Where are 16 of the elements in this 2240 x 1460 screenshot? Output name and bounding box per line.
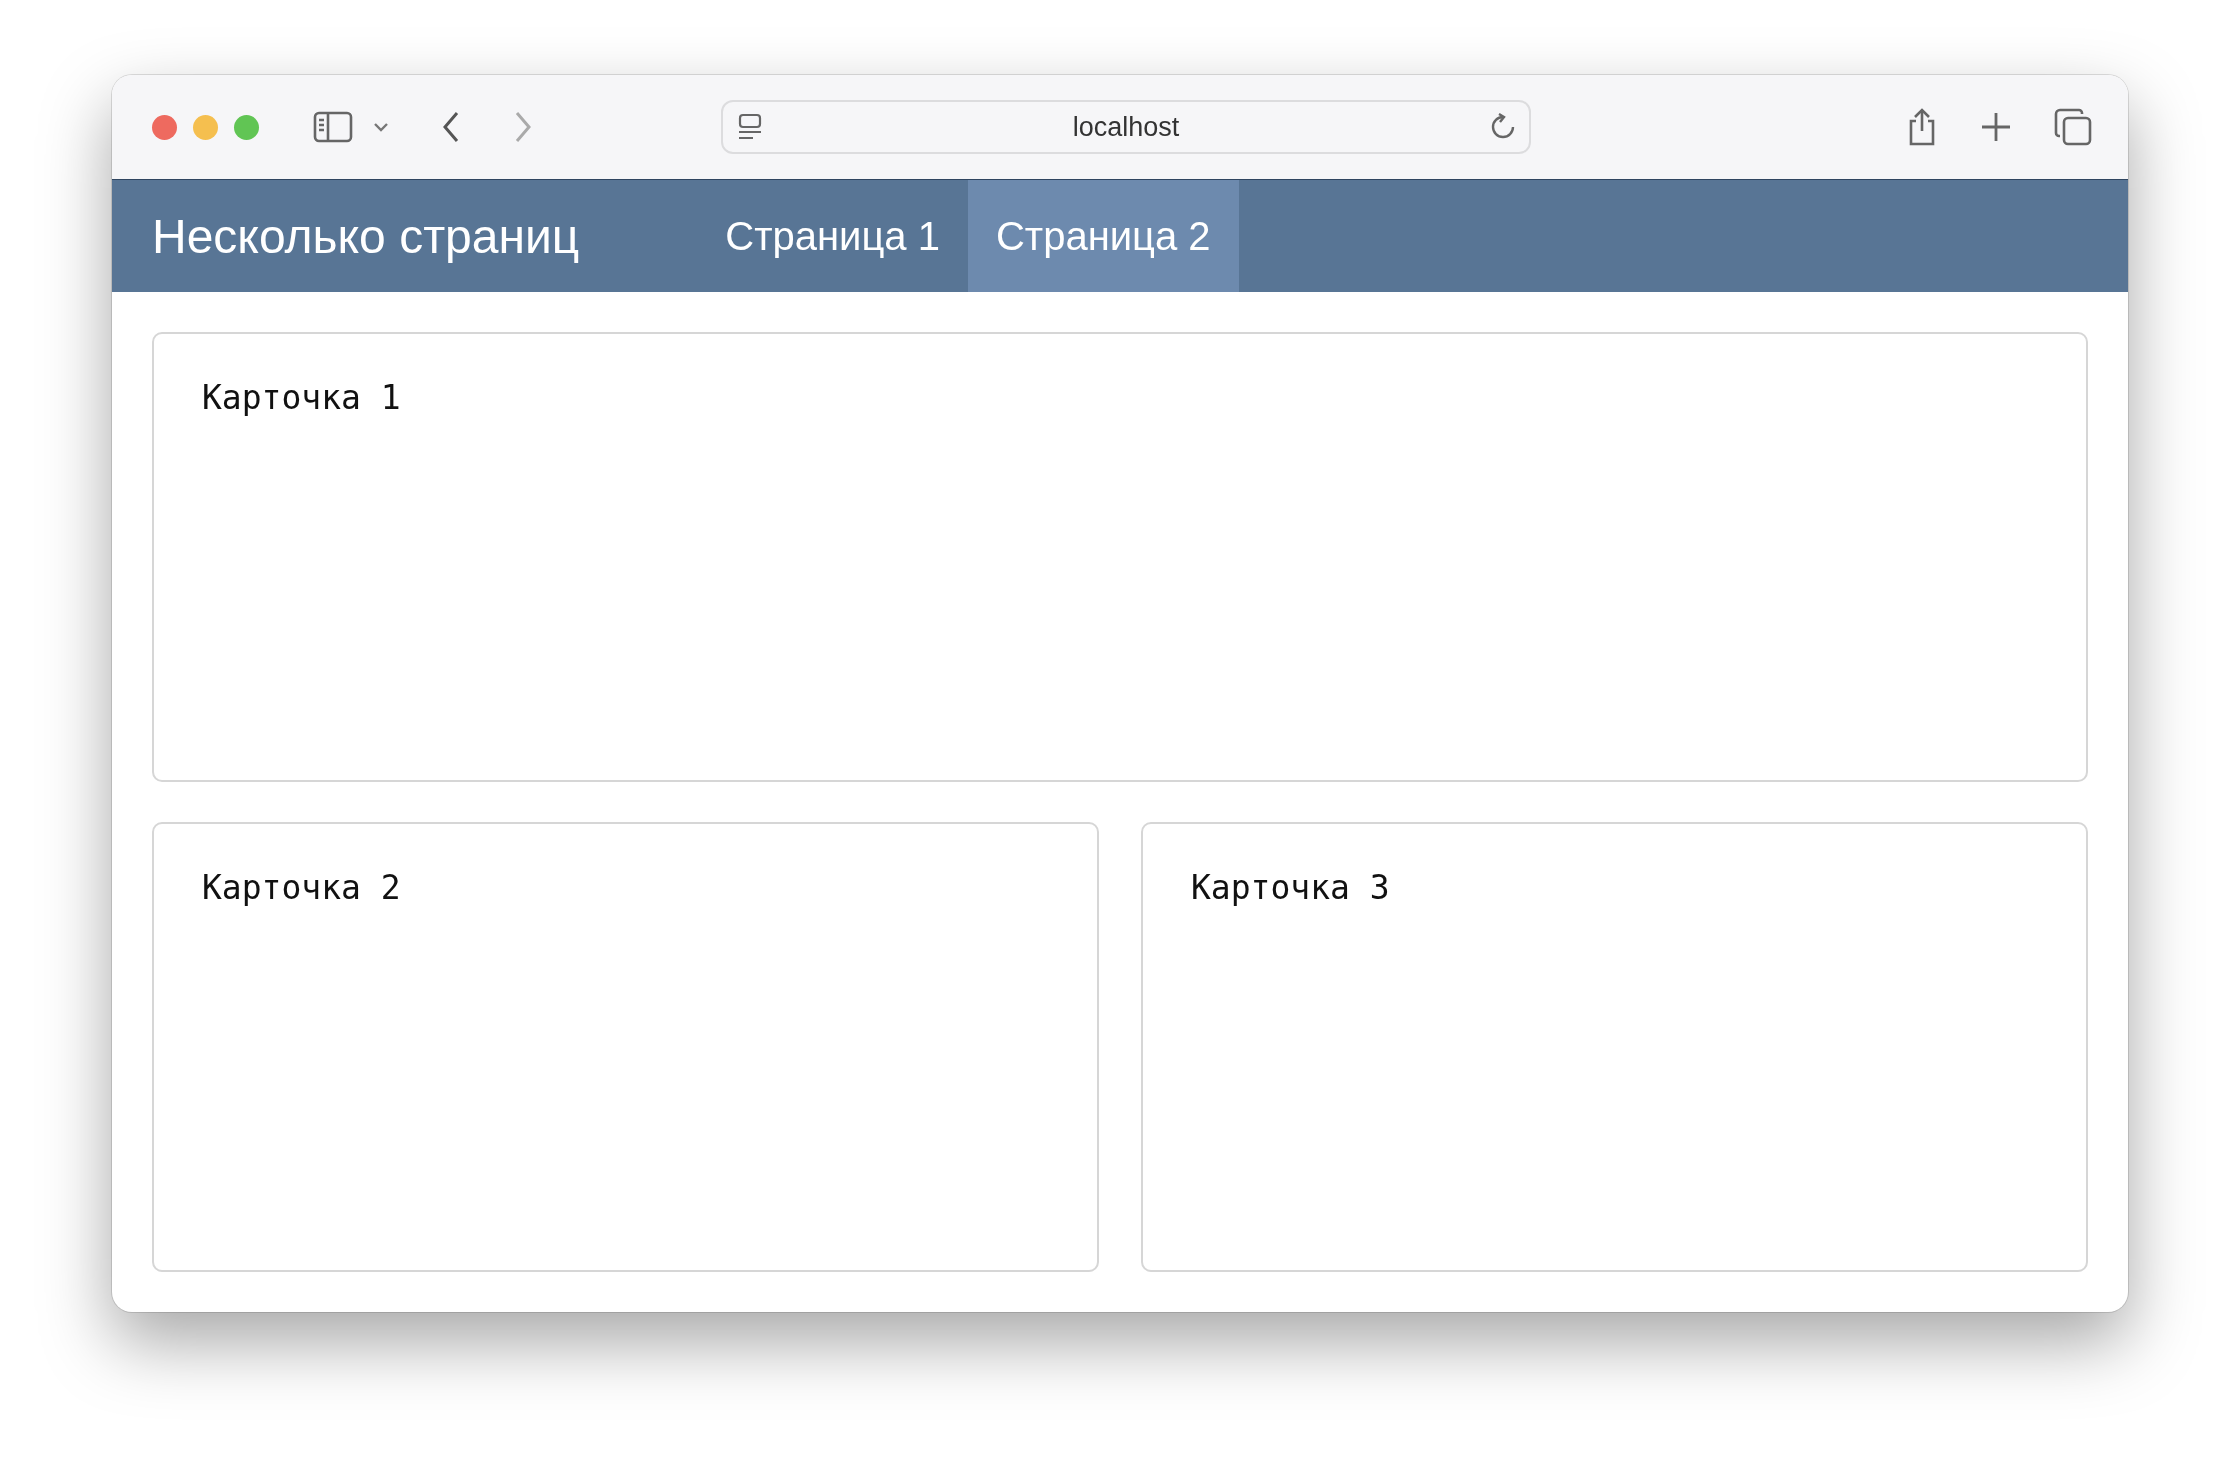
nav-tab[interactable]: Страница 1 bbox=[697, 180, 968, 292]
sidebar-icon[interactable] bbox=[313, 111, 353, 143]
chevron-down-icon[interactable] bbox=[373, 122, 389, 132]
site-title[interactable]: Несколько страниц bbox=[152, 208, 580, 264]
tabs-overview-icon[interactable] bbox=[2054, 108, 2092, 146]
page-icon bbox=[737, 113, 763, 141]
address-bar[interactable]: localhost bbox=[721, 100, 1531, 154]
nav-tab[interactable]: Страница 2 bbox=[967, 180, 1239, 292]
card-title: Карточка 2 bbox=[202, 868, 401, 907]
close-button[interactable] bbox=[152, 114, 177, 140]
back-icon[interactable] bbox=[441, 111, 461, 143]
card-title: Карточка 3 bbox=[1191, 868, 1390, 907]
card-title: Карточка 1 bbox=[202, 378, 401, 417]
plus-icon[interactable] bbox=[1980, 111, 2012, 143]
reload-icon[interactable] bbox=[1489, 113, 1517, 141]
address-text: localhost bbox=[1071, 111, 1181, 143]
